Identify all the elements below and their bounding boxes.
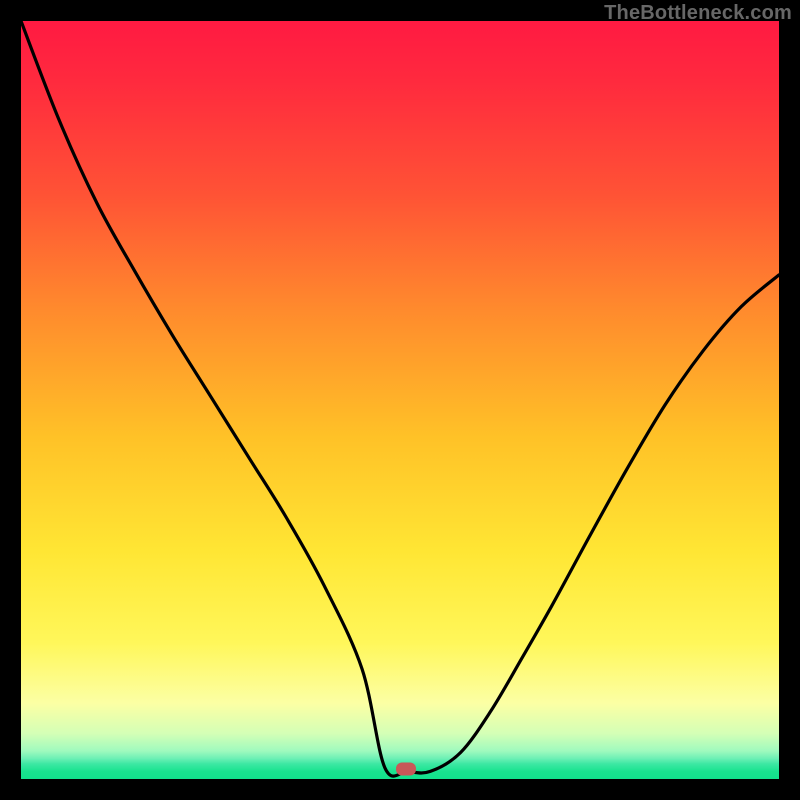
curve-path <box>21 21 779 776</box>
bottleneck-marker <box>396 763 416 776</box>
watermark-text: TheBottleneck.com <box>604 2 792 25</box>
plot-area <box>21 21 779 779</box>
bottleneck-curve <box>21 21 779 779</box>
chart-frame: TheBottleneck.com <box>0 0 800 800</box>
